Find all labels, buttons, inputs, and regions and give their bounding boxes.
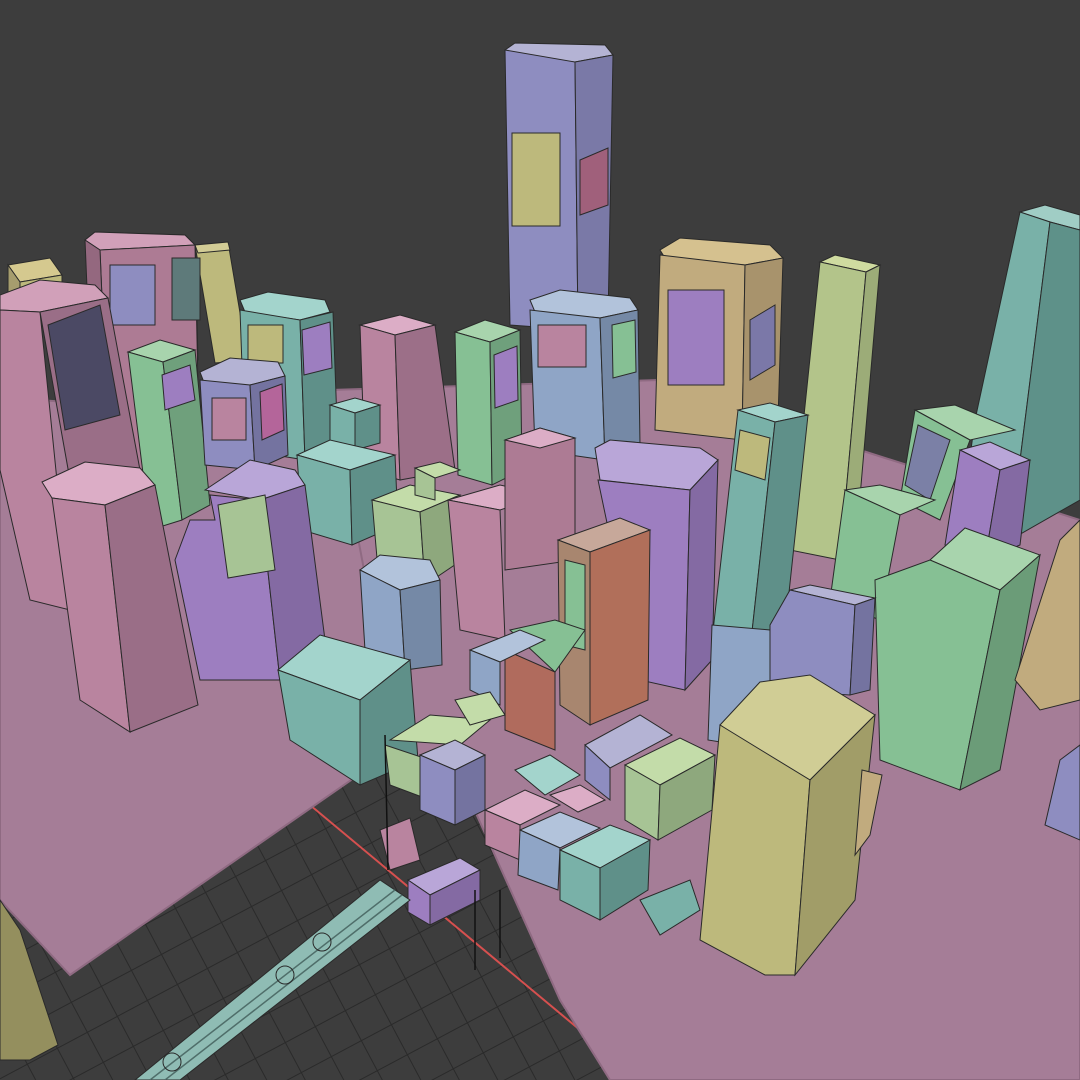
building-lavender-tallest[interactable] <box>504 42 614 331</box>
3d-viewport[interactable] <box>0 0 1080 1080</box>
building-tan-thin[interactable] <box>194 241 249 364</box>
viewport-canvas <box>0 42 1080 1080</box>
building-lavender-block[interactable] <box>199 357 289 471</box>
